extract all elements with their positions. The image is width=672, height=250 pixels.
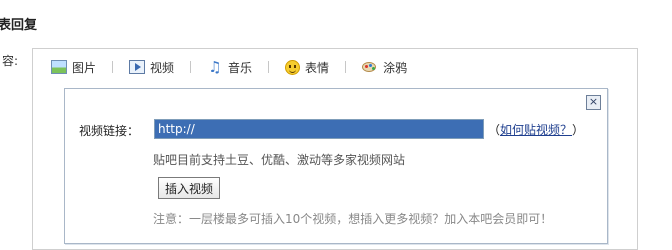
video-link-label: 视频链接： [79, 124, 140, 138]
image-icon [51, 60, 67, 74]
video-limit-note: 注意：一层楼最多可插入10个视频，想插入更多视频？加入本吧会员即可！ [153, 212, 553, 226]
video-icon [129, 60, 146, 74]
toolbar-image-button[interactable]: 图片 [51, 59, 96, 76]
help-open-paren: （ [488, 123, 501, 137]
video-url-input[interactable] [154, 119, 484, 139]
editor-toolbar: 图片 视频 ♫ 音乐 表情 涂鸦 [33, 49, 637, 85]
toolbar-video-label: 视频 [150, 60, 175, 75]
video-insert-panel: × 视频链接： （如何贴视频？） 贴吧目前支持土豆、优酷、激动等多家视频网站 插… [64, 88, 608, 244]
toolbar-music-label: 音乐 [228, 60, 253, 75]
music-icon: ♫ [208, 58, 222, 76]
toolbar-separator [268, 61, 270, 73]
smiley-icon [285, 59, 301, 75]
how-to-post-video-link[interactable]: 如何贴视频？ [500, 123, 572, 137]
paint-palette-icon [362, 60, 378, 74]
toolbar-separator [345, 61, 347, 73]
toolbar-doodle-label: 涂鸦 [383, 60, 408, 75]
toolbar-emoticon-button[interactable]: 表情 [285, 59, 329, 76]
content-label: 容: [2, 54, 19, 68]
help-close-paren: ） [572, 123, 585, 137]
help-text: （如何贴视频？） [488, 121, 584, 138]
toolbar-separator [190, 61, 192, 73]
insert-video-button[interactable]: 插入视频 [158, 177, 221, 199]
toolbar-emoticon-label: 表情 [305, 60, 330, 75]
toolbar-image-label: 图片 [72, 60, 97, 75]
supported-sites-note: 贴吧目前支持土豆、优酷、激动等多家视频网站 [153, 153, 406, 167]
page-title: 表回复 [0, 18, 38, 33]
toolbar-video-button[interactable]: 视频 [129, 59, 174, 76]
toolbar-music-button[interactable]: ♫ 音乐 [207, 59, 252, 76]
toolbar-doodle-button[interactable]: 涂鸦 [362, 59, 407, 76]
toolbar-separator [112, 61, 114, 73]
close-icon[interactable]: × [586, 95, 601, 110]
